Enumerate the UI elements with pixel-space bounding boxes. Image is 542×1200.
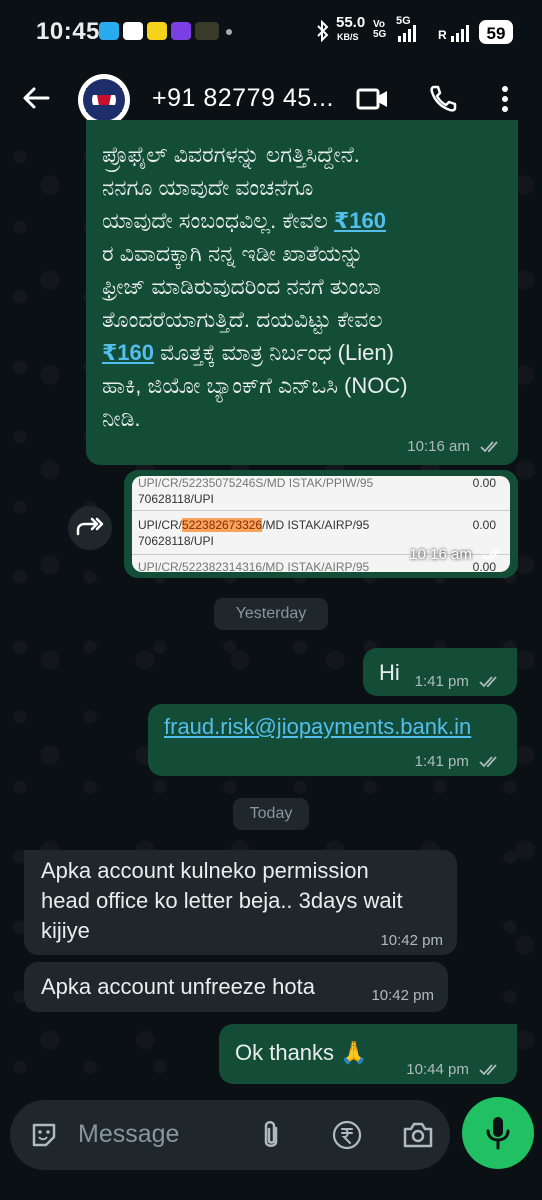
double-check-icon — [480, 441, 498, 453]
camera-icon[interactable] — [402, 1120, 434, 1150]
message-meta: 10:16 am — [409, 546, 504, 563]
double-check-icon — [479, 676, 497, 688]
statement-row: UPI/CR/52235075246S/MD ISTAK/PPIW/95 — [138, 476, 374, 490]
message-line: ರ ವಿವಾದಕ್ಕಾಗಿ ನನ್ನ ಇಡೀ ಖಾತೆಯನ್ನು — [102, 241, 364, 266]
zepto-icon — [171, 22, 191, 40]
message-time: 1:41 pm — [414, 673, 469, 690]
message-meta: 10:16 am — [407, 438, 502, 455]
message-meta: 1:41 pm — [415, 753, 501, 770]
double-check-icon — [482, 549, 500, 561]
double-check-icon — [479, 1064, 497, 1076]
attachment-icon[interactable] — [258, 1118, 284, 1152]
message-input-bar[interactable]: Message — [10, 1100, 450, 1170]
message-bubble-incoming[interactable]: Apka account kulneko permission head off… — [24, 850, 457, 955]
message-time: 10:42 pm — [371, 987, 434, 1004]
message-bubble-outgoing[interactable]: ಪ್ರೊಫೈಲ್ ವಿವರಗಳನ್ನು ಲಗತ್ತಿಸಿದ್ದೇನೆ. ನನಗೂ… — [86, 120, 518, 465]
message-line: ನನಗೂ ಯಾವುದೇ ವಂಚನೆಗೂ — [102, 175, 314, 200]
message-bubble-outgoing[interactable]: fraud.risk@jiopayments.bank.in 1:41 pm — [148, 704, 517, 776]
amount-link[interactable]: ₹160 — [334, 208, 386, 233]
message-line: ಯಾವುದೇ ಸಂಬಂಧವಿಲ್ಲ. ಕೇವಲ ₹160 — [102, 208, 386, 233]
message-time: 1:41 pm — [414, 753, 469, 770]
microphone-icon — [486, 1117, 510, 1150]
message-line: ತೊಂದರೆಯಾಗುತ್ತಿದೆ. ದಯವಿಟ್ಟು ಕೇವಲ — [102, 307, 383, 332]
forward-button[interactable] — [68, 506, 112, 550]
message-line: ₹160 ಮೊತ್ತಕ್ಕೆ ಮಾತ್ರ ನಿರ್ಬಂಧ (Lien) — [102, 340, 394, 365]
bluetooth-icon — [317, 20, 329, 42]
voice-message-button[interactable] — [462, 1097, 534, 1169]
statement-amount: 0.00 — [472, 518, 496, 532]
message-meta: 10:44 pm — [406, 1061, 501, 1078]
volte-indicator: Vo 5G — [373, 19, 387, 40]
app-icon — [195, 22, 219, 40]
statement-divider — [132, 510, 510, 511]
net-speed-unit: KB/S — [337, 32, 359, 42]
message-line: ಫ್ರೀಜ್ ಮಾಡಿರುವುದರಿಂದ ನನಗೆ ತುಂಬಾ — [102, 274, 381, 299]
more-notifications-dot — [226, 29, 232, 35]
statement-row: 70628118/UPI — [138, 534, 214, 548]
statement-row: UPI/CR/522382314316/MD ISTAK/AIRP/95 — [138, 560, 370, 572]
message-input[interactable]: Message — [78, 1120, 179, 1149]
message-text: Ok thanks 🙏 — [235, 1040, 368, 1065]
message-meta: 1:41 pm — [415, 673, 501, 690]
contact-avatar[interactable] — [78, 74, 130, 126]
battery-indicator: 59 — [479, 20, 513, 44]
statement-row: 70628118/UPI — [138, 492, 214, 506]
amount-link[interactable]: ₹160 — [102, 340, 154, 365]
message-time: 10:44 pm — [406, 1061, 469, 1078]
statement-row: UPI/CR/522382673326/MD ISTAK/AIRP/95 — [138, 518, 370, 532]
signal-icon-1 — [398, 25, 416, 42]
date-separator: Yesterday — [214, 598, 328, 630]
message-text: Apka account unfreeze hota — [41, 974, 315, 999]
status-bar: 10:45 55.0 KB/S Vo 5G 5G R 59 — [0, 0, 542, 62]
message-bubble-outgoing[interactable]: Ok thanks 🙏 10:44 pm — [219, 1024, 517, 1084]
voice-call-icon[interactable] — [428, 84, 462, 114]
message-line: ಪ್ರೊಫೈಲ್ ವಿವರಗಳನ್ನು ಲಗತ್ತಿಸಿದ್ದೇನೆ. — [102, 142, 360, 167]
telegram-icon — [99, 22, 119, 40]
net-speed: 55.0 — [336, 14, 366, 31]
coin-icon — [147, 22, 167, 40]
email-link[interactable]: fraud.risk@jiopayments.bank.in — [164, 710, 471, 743]
message-time: 10:42 pm — [380, 932, 443, 949]
message-bubble-outgoing[interactable]: Hi 1:41 pm — [363, 648, 517, 696]
message-line: ನೀಡಿ. — [102, 406, 141, 431]
roaming-indicator: R — [438, 28, 447, 42]
message-line: kijiye — [41, 918, 90, 943]
contact-name[interactable]: +91 82779 45... — [152, 84, 334, 113]
rupee-payment-icon[interactable] — [332, 1120, 362, 1150]
video-call-icon[interactable] — [356, 84, 390, 114]
forward-icon — [76, 517, 104, 536]
police-logo-icon — [79, 75, 129, 125]
back-arrow-icon[interactable] — [20, 82, 52, 114]
youtube-icon — [123, 22, 143, 40]
date-separator: Today — [233, 798, 309, 830]
statement-amount: 0.00 — [472, 476, 496, 490]
signal-icon-2 — [451, 25, 469, 42]
message-line: Apka account kulneko permission — [41, 858, 369, 883]
double-check-icon — [479, 756, 497, 768]
message-time: 10:16 am — [407, 438, 470, 455]
image-message[interactable]: UPI/CR/52235075246S/MD ISTAK/PPIW/95 0.0… — [124, 470, 518, 578]
message-time: 10:16 am — [409, 546, 472, 563]
status-time: 10:45 — [36, 18, 100, 45]
message-line: ಹಾಕಿ, ಜಿಯೋ ಬ್ಯಾಂಕ್‌ಗೆ ಎನ್‌ಒಸಿ (NOC) — [102, 373, 408, 398]
message-bubble-incoming[interactable]: Apka account unfreeze hota 10:42 pm — [24, 962, 448, 1012]
sticker-icon[interactable] — [30, 1121, 58, 1149]
message-text: Hi — [379, 660, 400, 685]
message-line: head office ko letter beja.. 3days wait — [41, 888, 403, 913]
more-options-icon[interactable] — [500, 84, 510, 114]
